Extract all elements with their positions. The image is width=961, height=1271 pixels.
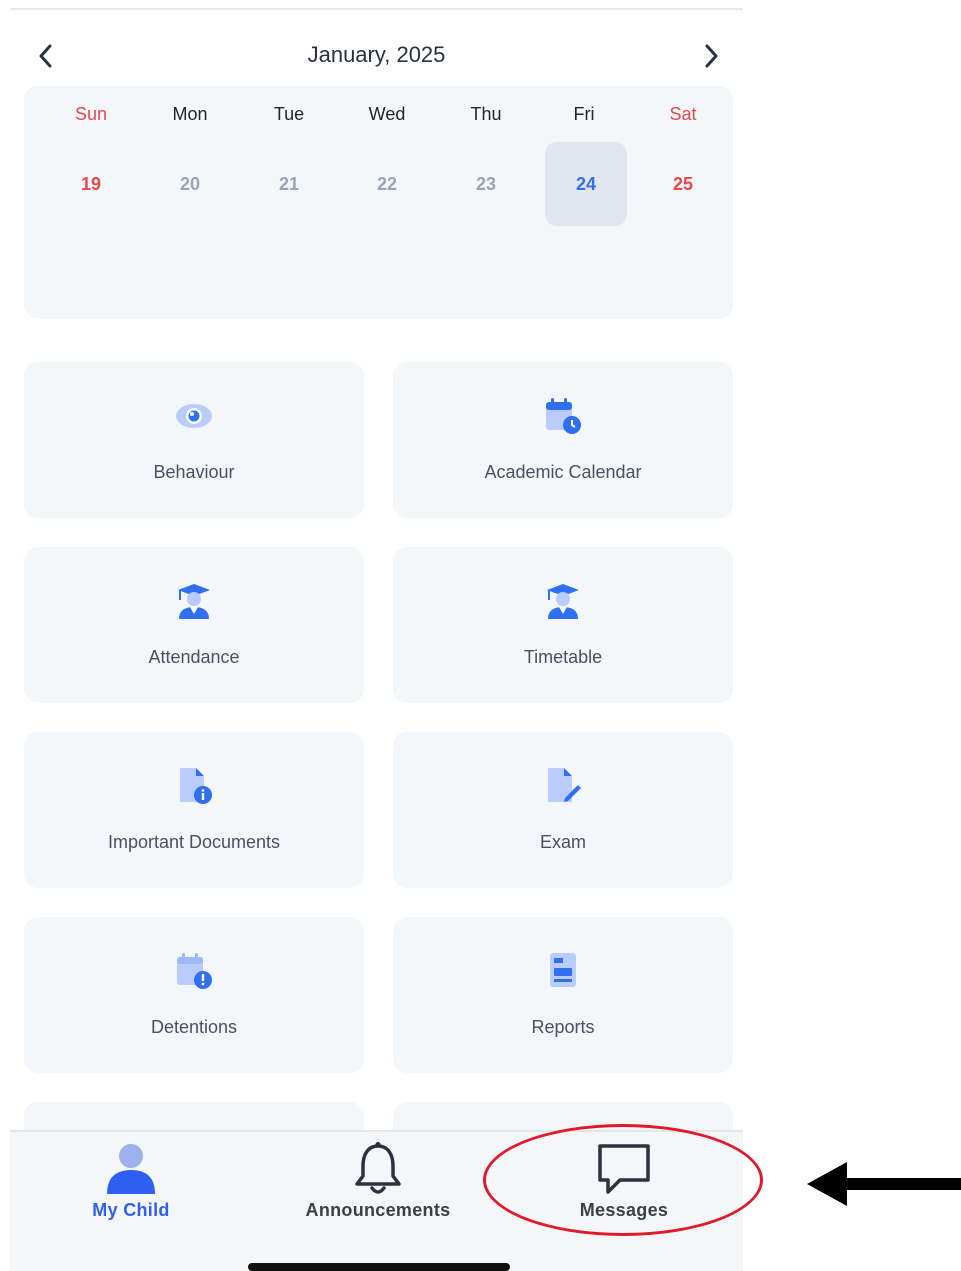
graduate-icon [178,584,210,619]
date-cell[interactable]: 21 [240,142,338,226]
month-title: January, 2025 [307,42,446,67]
tile-label: Timetable [523,647,603,667]
tab-label: My Child [92,1200,170,1220]
day-tue: Tue [273,104,305,124]
date-cell[interactable]: 20 [141,142,239,226]
document-edit-icon [548,768,581,802]
bell-icon [355,1142,401,1194]
tile-reports[interactable]: Reports [393,917,733,1073]
calendar-alert-icon [177,953,212,989]
date-cell[interactable]: 19 [42,142,140,226]
tile-label: Detentions [150,1017,238,1037]
tile-detentions[interactable]: Detentions [24,917,364,1073]
tile-label: Exam [539,832,586,852]
date-row: 19 20 21 22 23 24 25 [24,142,733,226]
graduate-icon [547,584,579,619]
eye-icon [176,404,212,428]
tile-timetable[interactable]: Timetable [393,547,733,703]
week-calendar: Sun Mon Tue Wed Thu Fri Sat 19 20 21 22 … [24,86,733,319]
tile-exam[interactable]: Exam [393,732,733,888]
date-cell[interactable]: 23 [437,142,535,226]
date-cell-selected[interactable]: 24 [545,142,627,226]
day-thu: Thu [470,104,502,124]
day-sat: Sat [669,104,697,124]
chevron-right-icon [705,44,718,68]
tab-announcements[interactable]: Announcements [278,1132,478,1242]
app-screen: January, 2025 Sun Mon Tue Wed Thu Fri Sa… [10,0,743,1271]
tile-label: Academic Calendar [484,462,642,482]
tile-important-documents[interactable]: Important Documents [24,732,364,888]
tab-my-child[interactable]: My Child [50,1132,212,1242]
highlight-ellipse [483,1124,763,1236]
tile-label: Reports [531,1017,595,1037]
day-wed: Wed [368,104,406,124]
tile-label: Attendance [148,647,240,667]
report-icon [550,953,576,987]
tile-behaviour[interactable]: Behaviour [24,362,364,518]
document-info-icon [180,768,212,804]
date-cell[interactable]: 25 [634,142,732,226]
calendar-header: January, 2025 [10,30,743,82]
arrow-left-icon [807,1162,961,1206]
day-sun: Sun [74,104,108,124]
tile-academic-calendar[interactable]: Academic Calendar [393,362,733,518]
weekday-row: Sun Mon Tue Wed Thu Fri Sat [24,104,733,128]
date-cell[interactable]: 22 [338,142,436,226]
tab-label: Announcements [305,1200,451,1220]
tile-label: Important Documents [107,832,281,852]
day-fri: Fri [573,104,595,124]
home-indicator [248,1263,510,1271]
person-icon [107,1144,155,1194]
next-month-button[interactable] [685,30,737,82]
calendar-clock-icon [546,398,581,434]
day-mon: Mon [172,104,208,124]
tile-label: Behaviour [153,462,235,482]
top-divider [10,8,743,10]
tile-attendance[interactable]: Attendance [24,547,364,703]
